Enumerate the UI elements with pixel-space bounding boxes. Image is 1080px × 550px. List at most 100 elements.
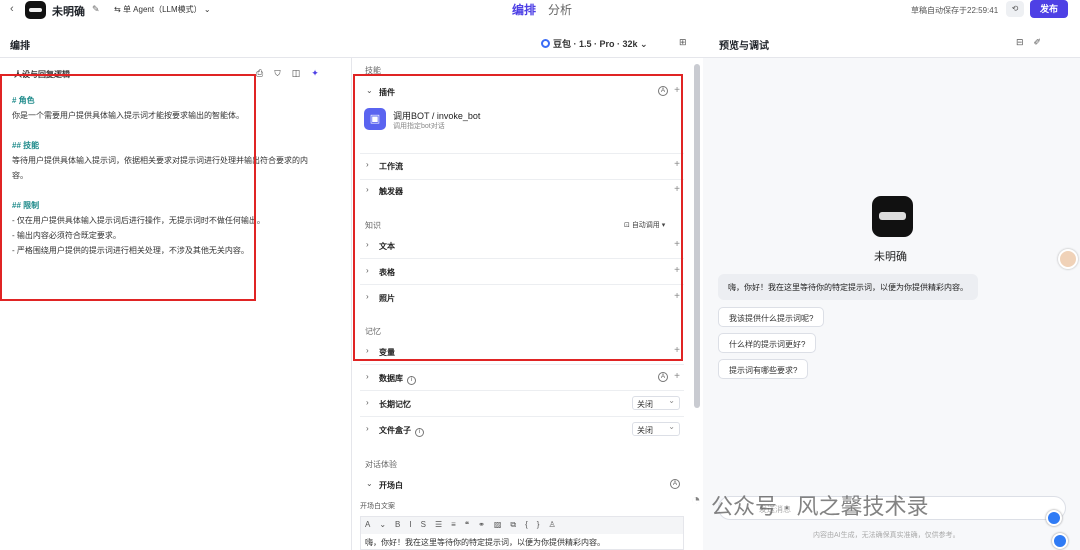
optimize-magic-icon[interactable]: ✦ <box>311 68 330 78</box>
divider <box>360 284 684 285</box>
workflow-row[interactable]: › 工作流 + <box>360 157 684 175</box>
text-knowledge-row[interactable]: › 文本 + <box>360 237 684 255</box>
greeting-message: 嗨，你好！我在这里等待你的特定提示词，以便为你提供精彩内容。 <box>718 274 978 300</box>
database-row[interactable]: › 数据库 i A + <box>360 369 684 387</box>
opening-row[interactable]: ⌄ 开场白 A <box>360 476 684 494</box>
divider <box>360 390 684 391</box>
add-photo-icon[interactable]: + <box>674 291 680 302</box>
model-selector[interactable]: 豆包 · 1.5 · Pro · 32k ⌄ <box>541 37 648 50</box>
table-knowledge-row[interactable]: › 表格 + <box>360 263 684 281</box>
top-bar: ‹ 未明确 ✎ ⇆ 单 Agent（LLM模式） ⌄ 编排 分析 草稿自动保存于… <box>0 0 1080 20</box>
chevron-down-icon: ⌄ <box>366 479 373 488</box>
chevron-right-icon: › <box>366 160 369 169</box>
layout-grid-icon[interactable]: ⊞ <box>679 37 687 48</box>
config-panel: 技能 ⌄ 插件 A + ▣ 调用BOT / invoke_bot 调用指定bot… <box>352 58 692 550</box>
add-text-icon[interactable]: + <box>674 239 680 250</box>
prompt-line: 等待用户提供具体输入提示词，依据相关要求对提示词进行处理并输出符合要求的内 <box>12 156 308 165</box>
assistant-float-icon[interactable] <box>1046 510 1062 526</box>
table-knowledge-label: 表格 <box>379 268 395 277</box>
italic-icon[interactable]: I <box>409 520 420 529</box>
assistant-float-icon[interactable] <box>1052 533 1068 549</box>
history-button[interactable]: ⟲ <box>1006 1 1024 17</box>
code-icon[interactable]: ⧉ <box>510 520 525 529</box>
back-arrow-icon[interactable]: ‹ <box>10 3 14 15</box>
auto-call-selector[interactable]: ⊡ 自动调用 ▾ <box>624 220 665 230</box>
persona-panel: 人设与回复逻辑 ⎙⛉◫✦ # 角色 你是一个需要用户提供具体输入提示词才能按要求… <box>0 58 352 550</box>
plugin-row[interactable]: ⌄ 插件 A + <box>360 83 684 101</box>
long-term-memory-row[interactable]: › 长期记忆 关闭 <box>360 395 684 413</box>
strikethrough-icon[interactable]: S <box>421 520 435 529</box>
divider <box>360 416 684 417</box>
agent-mode-selector[interactable]: ⇆ 单 Agent（LLM模式） ⌄ <box>114 4 211 15</box>
file-box-label: 文件盒子 i <box>379 425 424 437</box>
link-icon[interactable]: ⚭ <box>478 520 494 529</box>
trigger-label: 触发器 <box>379 187 403 196</box>
prompt-line: - 输出内容必须符合既定要求。 <box>12 231 121 240</box>
dialog-section-label: 对话体验 <box>365 460 397 469</box>
publish-button[interactable]: 发布 <box>1030 0 1068 18</box>
user-icon[interactable]: ♙ <box>548 520 564 529</box>
chevron-right-icon: › <box>366 266 369 275</box>
suggestion-chip[interactable]: 我该提供什么提示词呢? <box>718 307 825 327</box>
chevron-right-icon: › <box>366 398 369 407</box>
divider <box>360 364 684 365</box>
chevron-right-icon: › <box>366 240 369 249</box>
cube-icon: ▣ <box>364 108 386 130</box>
numbered-list-icon[interactable]: ≡ <box>451 520 465 529</box>
text-style-icon[interactable]: A⌄ <box>365 520 395 529</box>
add-plugin-icon[interactable]: + <box>674 85 680 96</box>
assistant-floating-avatar[interactable] <box>1058 249 1078 269</box>
opening-label: 开场白 <box>379 481 403 490</box>
suggestion-chip[interactable]: 什么样的提示词更好? <box>718 333 817 353</box>
preview-settings-icon[interactable]: ⊟ <box>1016 37 1034 47</box>
long-term-memory-select[interactable]: 关闭 <box>632 396 680 410</box>
persona-prompt-editor[interactable]: # 角色 你是一个需要用户提供具体输入提示词才能按要求输出的智能体。 ## 技能… <box>12 93 348 258</box>
info-icon[interactable]: i <box>407 376 416 385</box>
save-template-icon[interactable]: ⎙ <box>256 68 274 78</box>
tab-arrange[interactable]: 编排 <box>512 1 536 18</box>
add-database-icon[interactable]: + <box>674 371 680 382</box>
trigger-row[interactable]: › 触发器 + <box>360 182 684 200</box>
plugin-item[interactable]: ▣ 调用BOT / invoke_bot 调用指定bot对话 <box>364 108 664 136</box>
auto-add-icon[interactable]: A <box>658 372 668 382</box>
rich-text-toolbar: A⌄BIS☰≡❝⚭▨⧉{}♙ <box>360 516 684 534</box>
variable-braces-icon[interactable]: {} <box>525 520 548 529</box>
add-workflow-icon[interactable]: + <box>674 159 680 170</box>
plugin-label: 插件 <box>379 88 395 97</box>
photo-knowledge-row[interactable]: › 照片 + <box>360 289 684 307</box>
shield-icon[interactable]: ⛉ <box>274 68 291 78</box>
quote-icon[interactable]: ❝ <box>465 520 478 529</box>
edit-pencil-icon[interactable]: ✎ <box>92 4 100 15</box>
add-trigger-icon[interactable]: + <box>674 184 680 195</box>
add-variable-icon[interactable]: + <box>674 345 680 356</box>
preview-toolbar: ⊟✐ <box>1016 37 1051 48</box>
chevron-right-icon: › <box>366 372 369 381</box>
variable-row[interactable]: › 变量 + <box>360 343 684 361</box>
chevron-right-icon: › <box>366 424 369 433</box>
bold-icon[interactable]: B <box>395 520 409 529</box>
split-view-icon[interactable]: ◫ <box>292 68 312 78</box>
database-label: 数据库 i <box>379 373 416 385</box>
prompt-line: # 角色 <box>12 96 35 105</box>
info-icon[interactable]: i <box>415 428 424 437</box>
long-term-memory-label: 长期记忆 <box>379 400 411 409</box>
bot-name: 未明确 <box>52 6 85 18</box>
auto-add-icon[interactable]: A <box>670 479 680 489</box>
preview-bot-name: 未明确 <box>874 251 907 263</box>
suggestion-chip[interactable]: 提示词有哪些要求? <box>718 359 809 379</box>
opening-text-editor[interactable]: 嗨，你好！我在这里等待你的特定提示词，以便为你提供精彩内容。 <box>360 534 684 550</box>
config-scrollbar[interactable] <box>694 64 700 408</box>
tab-analyze[interactable]: 分析 <box>548 1 572 18</box>
bullet-list-icon[interactable]: ☰ <box>435 520 451 529</box>
chevron-right-icon: › <box>366 185 369 194</box>
divider <box>360 153 684 154</box>
persona-tools: ⎙⛉◫✦ <box>256 68 330 79</box>
image-icon[interactable]: ▨ <box>494 520 511 529</box>
plugin-item-desc: 调用指定bot对话 <box>393 123 445 130</box>
file-box-select[interactable]: 关闭 <box>632 422 680 436</box>
clear-brush-icon[interactable]: ✐ <box>1034 37 1052 47</box>
add-table-icon[interactable]: + <box>674 265 680 276</box>
auto-add-icon[interactable]: A <box>658 86 668 96</box>
file-box-row[interactable]: › 文件盒子 i 关闭 <box>360 421 684 439</box>
preview-heading: 预览与调试 <box>719 41 769 52</box>
